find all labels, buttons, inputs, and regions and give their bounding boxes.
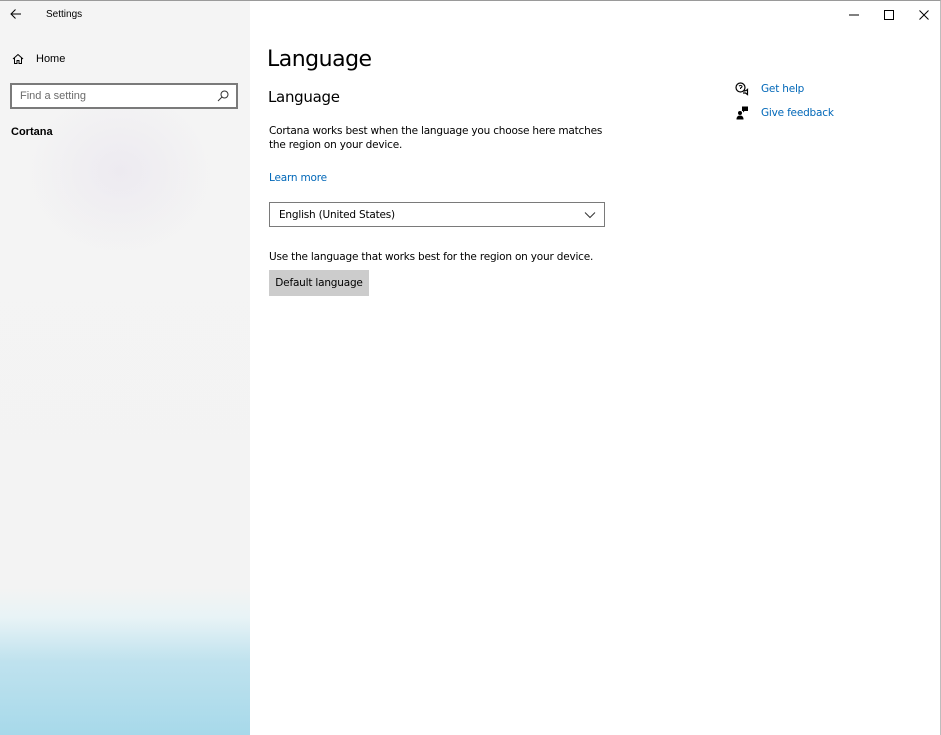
chevron-down-icon [584, 212, 596, 219]
get-help-link[interactable]: Get help [735, 81, 804, 97]
help-chat-icon [735, 82, 749, 96]
sidebar-item-label: Home [36, 53, 66, 65]
page-title: Language [267, 47, 372, 72]
get-help-label: Get help [761, 83, 805, 95]
give-feedback-label: Give feedback [761, 107, 834, 119]
search-box [10, 83, 238, 109]
maximize-icon [884, 10, 894, 20]
minimize-button[interactable] [836, 1, 872, 29]
section-title: Language [268, 88, 340, 106]
minimize-icon [849, 14, 859, 16]
search-input[interactable] [12, 86, 212, 106]
search-icon[interactable] [216, 89, 230, 103]
back-button[interactable] [6, 4, 26, 24]
close-icon [919, 10, 929, 20]
settings-window: Settings Home Cortana L [0, 0, 941, 735]
language-description: Cortana works best when the language you… [269, 125, 603, 151]
back-arrow-icon [10, 9, 21, 19]
window-title: Settings [46, 9, 83, 20]
sidebar-item-home[interactable]: Home [0, 48, 250, 70]
sidebar-section-cortana: Cortana [11, 126, 53, 138]
feedback-person-icon [736, 106, 748, 120]
maximize-button[interactable] [871, 1, 907, 29]
language-select[interactable]: English (United States) [269, 202, 605, 227]
sidebar: Settings Home Cortana [0, 1, 250, 735]
give-feedback-link[interactable]: Give feedback [735, 105, 834, 121]
default-language-description: Use the language that works best for the… [269, 251, 594, 263]
language-select-value: English (United States) [279, 209, 395, 221]
close-button[interactable] [906, 1, 941, 29]
home-icon [12, 53, 24, 64]
learn-more-link[interactable]: Learn more [269, 172, 327, 184]
default-language-button[interactable]: Default language [269, 270, 369, 296]
